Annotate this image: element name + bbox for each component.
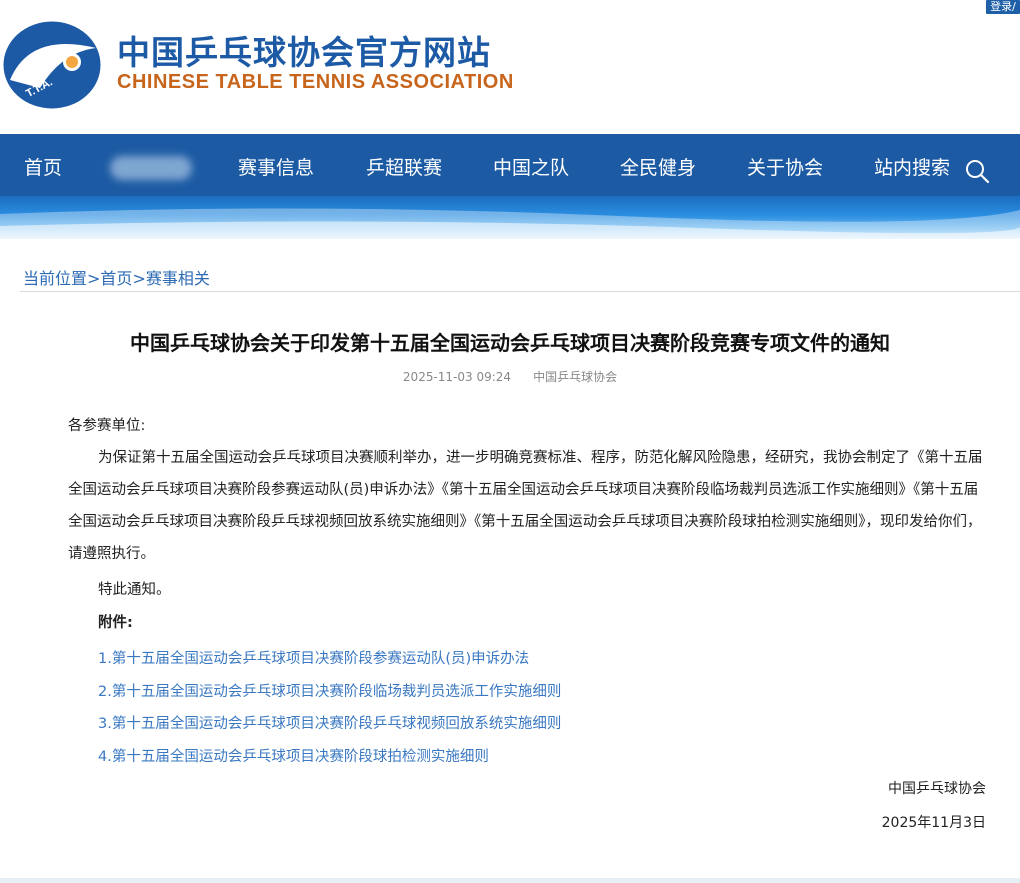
main-nav: 首页 赛事信息 乒超联赛 中国之队 全民健身 关于协会 站内搜索 bbox=[0, 134, 1020, 196]
breadcrumb-prefix: 当前位置> bbox=[23, 269, 101, 288]
footer-edge bbox=[0, 878, 1020, 883]
article-notice: 特此通知。 bbox=[98, 582, 171, 598]
signature-date: 2025年11月3日 bbox=[881, 815, 986, 831]
article-source: 中国乒乓球协会 bbox=[533, 370, 618, 384]
attachment-link-2[interactable]: 2.第十五届全国运动会乒乓球项目决赛阶段临场裁判员选派工作实施细则 bbox=[98, 680, 561, 701]
nav-item-site-search[interactable]: 站内搜索 bbox=[874, 134, 950, 196]
site-subtitle: CHINESE TABLE TENNIS ASSOCIATION bbox=[117, 71, 514, 93]
banner-wave-decoration bbox=[0, 208, 1020, 239]
login-button[interactable]: 登录/ bbox=[986, 0, 1020, 14]
attachment-link-1[interactable]: 1.第十五届全国运动会乒乓球项目决赛阶段参赛运动队(员)申诉办法 bbox=[98, 647, 529, 668]
breadcrumb-separator: > bbox=[132, 269, 146, 288]
attachment-link-3[interactable]: 3.第十五届全国运动会乒乓球项目决赛阶段乒乓球视频回放系统实施细则 bbox=[98, 712, 561, 733]
attachments-label: 附件: bbox=[98, 615, 133, 631]
article-paragraph: 为保证第十五届全国运动会乒乓球项目决赛顺利举办，进一步明确竞赛标准、程序，防范化… bbox=[68, 450, 983, 562]
nav-item-super-league[interactable]: 乒超联赛 bbox=[366, 134, 442, 196]
breadcrumb: 当前位置>首页>赛事相关 bbox=[23, 265, 210, 289]
cttA-logo: T.T.A. bbox=[0, 18, 104, 112]
site-title: 中国乒乓球协会官方网站 bbox=[117, 33, 491, 72]
article-date: 2025-11-03 09:24 bbox=[402, 370, 512, 384]
nav-item-fitness[interactable]: 全民健身 bbox=[620, 134, 696, 196]
attachment-link-4[interactable]: 4.第十五届全国运动会乒乓球项目决赛阶段球拍检测实施细则 bbox=[98, 745, 489, 766]
nav-item-events[interactable]: 赛事信息 bbox=[238, 134, 314, 196]
breadcrumb-current-link[interactable]: 赛事相关 bbox=[146, 269, 210, 288]
nav-item-national-team[interactable]: 中国之队 bbox=[493, 134, 569, 196]
article-title: 中国乒乓球协会关于印发第十五届全国运动会乒乓球项目决赛阶段竞赛专项文件的通知 bbox=[130, 331, 890, 355]
breadcrumb-divider bbox=[20, 291, 1020, 292]
signature: 中国乒乓球协会 bbox=[888, 781, 986, 797]
nav-item-blurred[interactable] bbox=[110, 156, 192, 180]
search-icon[interactable] bbox=[964, 158, 990, 184]
breadcrumb-home-link[interactable]: 首页 bbox=[100, 269, 132, 288]
article-meta: 2025-11-03 09:24 中国乒乓球协会 bbox=[0, 368, 1020, 385]
nav-item-about[interactable]: 关于协会 bbox=[747, 134, 823, 196]
nav-item-home[interactable]: 首页 bbox=[24, 134, 62, 196]
article-salutation: 各参赛单位: bbox=[68, 418, 146, 434]
